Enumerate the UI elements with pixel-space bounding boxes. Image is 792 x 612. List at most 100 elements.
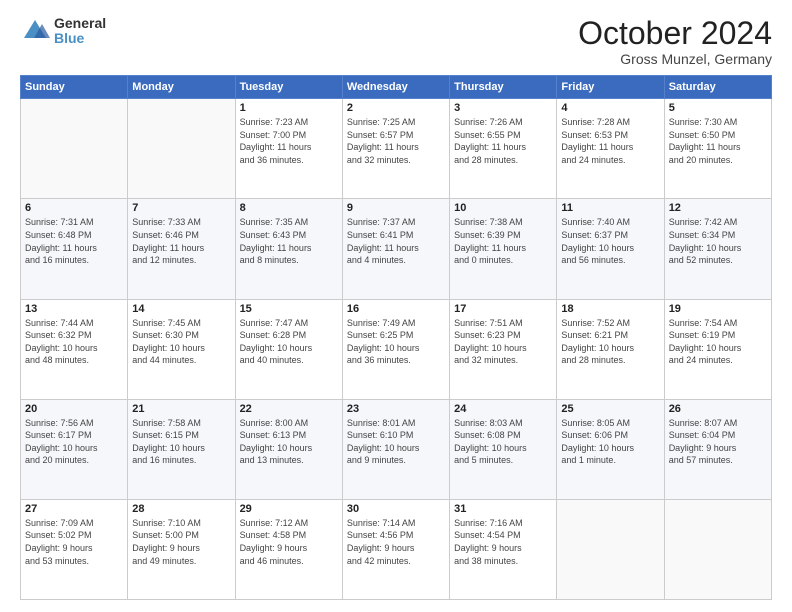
day-info: Sunrise: 7:58 AM Sunset: 6:15 PM Dayligh… [132,417,230,467]
day-info: Sunrise: 7:09 AM Sunset: 5:02 PM Dayligh… [25,517,123,567]
day-number: 26 [669,403,767,415]
day-info: Sunrise: 7:14 AM Sunset: 4:56 PM Dayligh… [347,517,445,567]
day-info: Sunrise: 7:23 AM Sunset: 7:00 PM Dayligh… [240,116,338,166]
day-number: 3 [454,102,552,114]
day-number: 7 [132,202,230,214]
header-saturday: Saturday [664,76,771,99]
day-number: 25 [561,403,659,415]
title-block: October 2024 Gross Munzel, Germany [578,16,772,67]
day-number: 11 [561,202,659,214]
day-number: 8 [240,202,338,214]
day-info: Sunrise: 7:33 AM Sunset: 6:46 PM Dayligh… [132,216,230,266]
day-cell-1-3: 9 Sunrise: 7:37 AM Sunset: 6:41 PM Daylig… [342,199,449,299]
day-number: 18 [561,303,659,315]
day-info: Sunrise: 7:37 AM Sunset: 6:41 PM Dayligh… [347,216,445,266]
day-cell-3-3: 23 Sunrise: 8:01 AM Sunset: 6:10 PM Dayli… [342,399,449,499]
calendar-location: Gross Munzel, Germany [578,51,772,67]
day-cell-2-5: 18 Sunrise: 7:52 AM Sunset: 6:21 PM Dayli… [557,299,664,399]
day-cell-1-5: 11Sunrise: 7:40 AM Sunset: 6:37 PM Dayli… [557,199,664,299]
day-number: 14 [132,303,230,315]
day-number: 20 [25,403,123,415]
day-number: 31 [454,503,552,515]
day-number: 13 [25,303,123,315]
day-cell-3-5: 25 Sunrise: 8:05 AM Sunset: 6:06 PM Dayli… [557,399,664,499]
day-number: 9 [347,202,445,214]
week-row-2: 13 Sunrise: 7:44 AM Sunset: 6:32 PM Dayli… [21,299,772,399]
day-info: Sunrise: 7:52 AM Sunset: 6:21 PM Dayligh… [561,317,659,367]
day-info: Sunrise: 7:31 AM Sunset: 6:48 PM Dayligh… [25,216,123,266]
day-number: 21 [132,403,230,415]
day-number: 4 [561,102,659,114]
day-info: Sunrise: 8:01 AM Sunset: 6:10 PM Dayligh… [347,417,445,467]
day-info: Sunrise: 8:03 AM Sunset: 6:08 PM Dayligh… [454,417,552,467]
day-number: 30 [347,503,445,515]
day-cell-1-1: 7 Sunrise: 7:33 AM Sunset: 6:46 PM Daylig… [128,199,235,299]
day-number: 19 [669,303,767,315]
day-number: 22 [240,403,338,415]
day-info: Sunrise: 8:00 AM Sunset: 6:13 PM Dayligh… [240,417,338,467]
day-info: Sunrise: 7:35 AM Sunset: 6:43 PM Dayligh… [240,216,338,266]
logo-icon [20,16,50,46]
logo-text: General Blue [54,16,106,47]
day-cell-2-2: 15Sunrise: 7:47 AM Sunset: 6:28 PM Dayli… [235,299,342,399]
logo-blue-text: Blue [54,31,106,46]
day-cell-0-2: 1 Sunrise: 7:23 AM Sunset: 7:00 PM Daylig… [235,99,342,199]
day-info: Sunrise: 7:54 AM Sunset: 6:19 PM Dayligh… [669,317,767,367]
day-info: Sunrise: 7:26 AM Sunset: 6:55 PM Dayligh… [454,116,552,166]
day-cell-2-3: 16Sunrise: 7:49 AM Sunset: 6:25 PM Dayli… [342,299,449,399]
day-info: Sunrise: 7:44 AM Sunset: 6:32 PM Dayligh… [25,317,123,367]
day-cell-0-3: 2Sunrise: 7:25 AM Sunset: 6:57 PM Daylig… [342,99,449,199]
day-info: Sunrise: 7:38 AM Sunset: 6:39 PM Dayligh… [454,216,552,266]
day-cell-2-0: 13 Sunrise: 7:44 AM Sunset: 6:32 PM Dayli… [21,299,128,399]
day-cell-0-0 [21,99,128,199]
day-cell-2-1: 14Sunrise: 7:45 AM Sunset: 6:30 PM Dayli… [128,299,235,399]
calendar-table: Sunday Monday Tuesday Wednesday Thursday… [20,75,772,600]
day-number: 1 [240,102,338,114]
day-cell-3-0: 20Sunrise: 7:56 AM Sunset: 6:17 PM Dayli… [21,399,128,499]
day-number: 27 [25,503,123,515]
week-row-4: 27 Sunrise: 7:09 AM Sunset: 5:02 PM Dayli… [21,499,772,599]
header-thursday: Thursday [450,76,557,99]
day-info: Sunrise: 7:51 AM Sunset: 6:23 PM Dayligh… [454,317,552,367]
day-cell-1-0: 6Sunrise: 7:31 AM Sunset: 6:48 PM Daylig… [21,199,128,299]
day-number: 12 [669,202,767,214]
day-cell-4-3: 30 Sunrise: 7:14 AM Sunset: 4:56 PM Dayli… [342,499,449,599]
day-info: Sunrise: 8:07 AM Sunset: 6:04 PM Dayligh… [669,417,767,467]
day-cell-3-4: 24 Sunrise: 8:03 AM Sunset: 6:08 PM Dayli… [450,399,557,499]
day-number: 17 [454,303,552,315]
header-wednesday: Wednesday [342,76,449,99]
header-sunday: Sunday [21,76,128,99]
day-info: Sunrise: 7:28 AM Sunset: 6:53 PM Dayligh… [561,116,659,166]
day-cell-1-6: 12 Sunrise: 7:42 AM Sunset: 6:34 PM Dayli… [664,199,771,299]
day-cell-0-6: 5Sunrise: 7:30 AM Sunset: 6:50 PM Daylig… [664,99,771,199]
day-number: 2 [347,102,445,114]
day-cell-3-1: 21 Sunrise: 7:58 AM Sunset: 6:15 PM Dayli… [128,399,235,499]
day-cell-2-4: 17 Sunrise: 7:51 AM Sunset: 6:23 PM Dayli… [450,299,557,399]
day-cell-3-6: 26 Sunrise: 8:07 AM Sunset: 6:04 PM Dayli… [664,399,771,499]
day-cell-4-0: 27 Sunrise: 7:09 AM Sunset: 5:02 PM Dayli… [21,499,128,599]
day-number: 24 [454,403,552,415]
day-cell-3-2: 22 Sunrise: 8:00 AM Sunset: 6:13 PM Dayli… [235,399,342,499]
day-cell-0-4: 3 Sunrise: 7:26 AM Sunset: 6:55 PM Daylig… [450,99,557,199]
day-cell-4-2: 29Sunrise: 7:12 AM Sunset: 4:58 PM Dayli… [235,499,342,599]
day-number: 10 [454,202,552,214]
page: General Blue October 2024 Gross Munzel, … [0,0,792,612]
day-cell-0-5: 4 Sunrise: 7:28 AM Sunset: 6:53 PM Daylig… [557,99,664,199]
day-cell-4-6 [664,499,771,599]
day-info: Sunrise: 7:42 AM Sunset: 6:34 PM Dayligh… [669,216,767,266]
header: General Blue October 2024 Gross Munzel, … [20,16,772,67]
day-number: 23 [347,403,445,415]
header-friday: Friday [557,76,664,99]
day-cell-1-4: 10 Sunrise: 7:38 AM Sunset: 6:39 PM Dayli… [450,199,557,299]
day-cell-1-2: 8 Sunrise: 7:35 AM Sunset: 6:43 PM Daylig… [235,199,342,299]
week-row-1: 6Sunrise: 7:31 AM Sunset: 6:48 PM Daylig… [21,199,772,299]
day-info: Sunrise: 8:05 AM Sunset: 6:06 PM Dayligh… [561,417,659,467]
day-cell-4-1: 28 Sunrise: 7:10 AM Sunset: 5:00 PM Dayli… [128,499,235,599]
day-info: Sunrise: 7:12 AM Sunset: 4:58 PM Dayligh… [240,517,338,567]
day-number: 28 [132,503,230,515]
day-info: Sunrise: 7:10 AM Sunset: 5:00 PM Dayligh… [132,517,230,567]
day-cell-2-6: 19 Sunrise: 7:54 AM Sunset: 6:19 PM Dayli… [664,299,771,399]
day-info: Sunrise: 7:16 AM Sunset: 4:54 PM Dayligh… [454,517,552,567]
day-number: 15 [240,303,338,315]
day-cell-4-4: 31 Sunrise: 7:16 AM Sunset: 4:54 PM Dayli… [450,499,557,599]
